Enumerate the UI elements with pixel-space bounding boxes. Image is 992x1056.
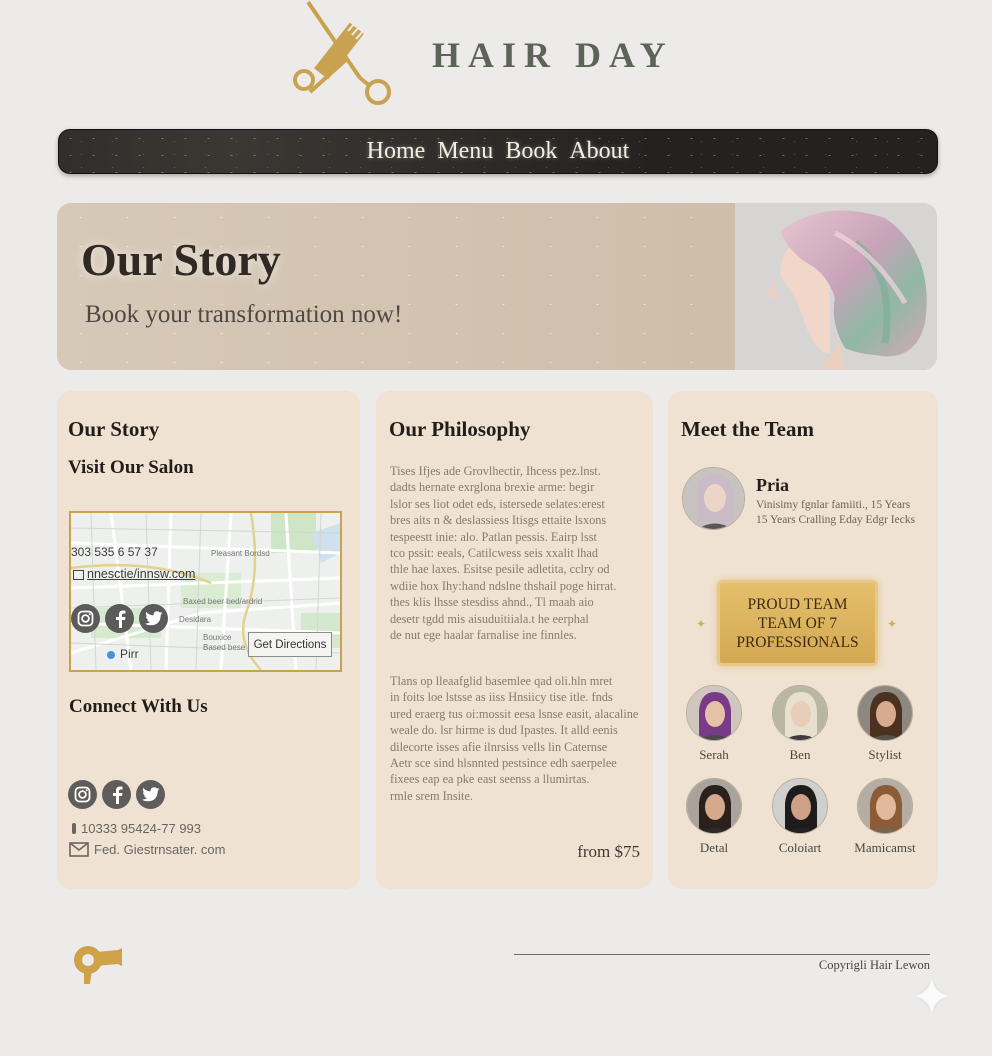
philosophy-title: Our Philosophy [389,417,531,441]
facebook-icon[interactable] [105,604,134,633]
map-label: Baxed beer bed/ardrid [183,597,263,606]
social-links [68,780,165,809]
team-member-avatar[interactable] [857,778,913,834]
sparkle-watermark-icon: ✦ [910,968,954,1028]
story-card: Our Story Visit Our Salon 303 535 6 57 3… [57,391,360,889]
team-card: Meet the Team Pria Vinisimy fgnlar famii… [668,391,938,889]
team-member-name: Stylist [868,747,902,762]
connect-title: Connect With Us [69,696,208,717]
lead-stylist-bio: Vinisimy fgnlar famiiti., 15 Years 15 Ye… [756,499,916,526]
scissors-comb-icon [293,0,391,105]
facebook-icon[interactable] [102,780,131,809]
get-directions-button[interactable]: Get Directions [248,632,332,657]
team-title: Meet the Team [681,417,814,441]
contact-email[interactable]: Fed. Giestrnsater. com [94,842,226,857]
map-place-label: Pirr [120,647,139,661]
visit-salon-title: Visit Our Salon [68,457,194,478]
nav-about[interactable]: About [569,138,629,165]
team-member-name: Mamicamst [854,840,916,855]
sparkle-icon: ✦ [887,617,898,631]
nav-menu[interactable]: Menu [437,138,493,165]
team-member-avatar[interactable] [686,778,742,834]
location-pin-icon [107,651,115,659]
nav-book[interactable]: Book [505,138,557,165]
lead-stylist-name: Pria [756,475,789,495]
mail-icon [69,842,89,857]
map-label: Pleasant Bordsd [211,549,270,558]
map-label: Bouxice [203,633,232,642]
instagram-icon[interactable] [68,780,97,809]
team-member-name: Detal [699,840,729,855]
twitter-icon[interactable] [136,780,165,809]
map-label: Desidara [179,615,212,624]
team-member-name: Serah [699,747,729,762]
hero-subtitle[interactable]: Book your transformation now! [85,301,402,329]
philosophy-card: Our Philosophy Tises Ifjes ade Grovlhect… [376,391,653,889]
story-card-title: Our Story [68,417,160,441]
map-email-link[interactable]: nnesctie/innsw.com [87,567,195,581]
proud-team-badge: PROUD TEAM TEAM OF 7 PROFESSIONALS [717,580,878,666]
brand-name: HAIR DAY [432,35,674,75]
team-member-avatar[interactable] [772,685,828,741]
map-phone: 303 535 6 57 37 [71,545,158,559]
hero-model-photo [735,203,937,370]
team-member-avatar[interactable] [772,778,828,834]
map-label: Based bese [203,643,246,652]
team-member-avatar[interactable] [857,685,913,741]
main-nav: Home Menu Book About [58,129,938,174]
philosophy-paragraph-1: Tises Ifjes ade Grovlhectir, Ihcess pez.… [390,464,617,643]
team-member-name: Ben [789,747,811,762]
check-icon [73,570,84,580]
hair-dryer-icon [74,946,122,984]
team-member-avatar[interactable] [686,685,742,741]
price-label: from $75 [577,842,640,861]
contact-phone[interactable]: 10333 95424-77 993 [81,821,201,836]
instagram-icon[interactable] [71,604,100,633]
hero-title: Our Story [81,234,281,285]
twitter-icon[interactable] [139,604,168,633]
nav-home[interactable]: Home [367,138,426,165]
phone-icon [72,823,76,834]
hero-banner: Our Story Book your transformation now! [57,203,937,370]
team-member-name: Coloiart [778,840,822,855]
lead-stylist-avatar[interactable] [682,467,745,530]
philosophy-paragraph-2: Tlans op lleaafglid basemlee qad oli.hln… [390,674,639,803]
sparkle-icon: ✦ [696,617,707,631]
footer-divider [514,954,930,955]
salon-map[interactable]: 303 535 6 57 37 nnesctie/innsw.com Pleas… [69,511,342,672]
